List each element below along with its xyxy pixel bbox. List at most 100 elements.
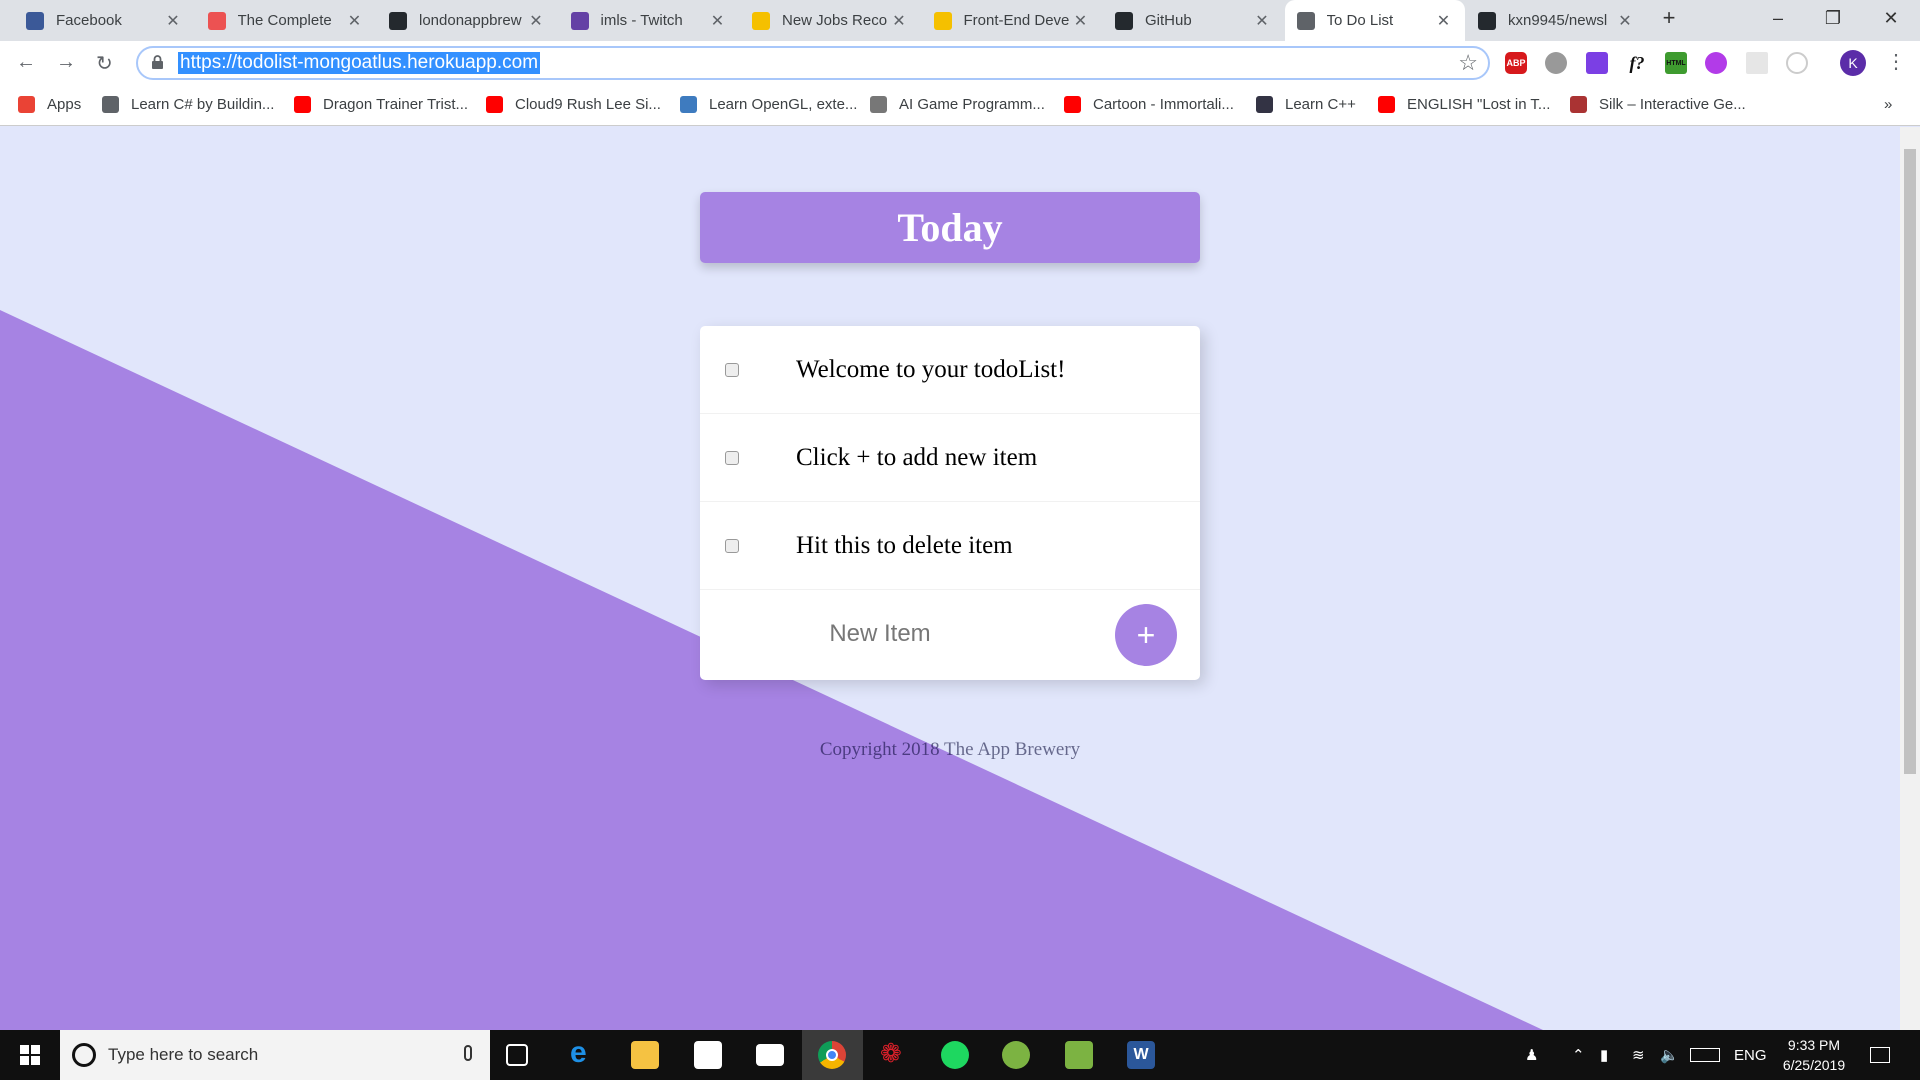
clock-date: 6/25/2019 (1782, 1057, 1846, 1073)
bookmark-8[interactable]: ENGLISH "Lost in T... (1378, 96, 1550, 113)
reload-button[interactable]: ↻ (96, 51, 113, 76)
tab-the-complete[interactable]: The Complete ✕ (196, 0, 376, 41)
microphone-icon[interactable] (464, 1045, 472, 1061)
show-hidden-icons[interactable]: ⌃ (1572, 1030, 1585, 1080)
tab-facebook[interactable]: Facebook ✕ (14, 0, 194, 41)
green-app-icon[interactable] (1065, 1041, 1093, 1069)
apps-grid-icon (18, 96, 35, 113)
wifi-icon[interactable]: ≋ (1632, 1030, 1645, 1080)
tab-strip: Facebook ✕ The Complete ✕ londonappbrew ✕ imls… (0, 0, 1920, 41)
bookmark-6[interactable]: Cartoon - Immortali... (1064, 96, 1234, 113)
page-content: Today Welcome to your todoList! Click + t… (0, 127, 1900, 1030)
indeed-icon (752, 11, 770, 30)
bookmark-label: Apps (47, 96, 82, 113)
more-bookmarks-button[interactable]: » (1884, 96, 1892, 113)
tab-to-do-list[interactable]: To Do List ✕ (1284, 0, 1465, 41)
clock[interactable]: 9:33 PM 6/25/2019 (1775, 1030, 1853, 1080)
new-tab-button[interactable]: + (1654, 5, 1684, 31)
scrollbar[interactable] (1900, 127, 1920, 1030)
tab-close-icon[interactable]: ✕ (709, 11, 727, 31)
tab-close-icon[interactable]: ✕ (346, 11, 364, 31)
tab-new-jobs-reco[interactable]: New Jobs Reco ✕ (740, 0, 920, 41)
youtube-icon (1064, 96, 1081, 113)
back-button[interactable]: ← (16, 51, 36, 74)
bookmark-3[interactable]: Cloud9 Rush Lee Si... (486, 96, 661, 113)
bookmark-label: Learn C++ (1285, 96, 1356, 113)
action-center-icon[interactable] (1870, 1030, 1890, 1080)
address-bar[interactable]: https://todolist-mongoatlus.herokuapp.co… (136, 46, 1490, 80)
todo-item: Hit this to delete item (700, 502, 1200, 590)
bug-extension-icon[interactable] (1545, 52, 1567, 74)
file-explorer-icon[interactable] (631, 1041, 659, 1069)
tab-londonappbrew[interactable]: londonappbrew ✕ (377, 0, 557, 41)
bookmark-4[interactable]: Learn OpenGL, exte... (680, 96, 857, 113)
red-app-icon[interactable]: ❁ (880, 1038, 908, 1068)
todo-checkbox[interactable] (725, 362, 739, 377)
windows-start-icon[interactable] (20, 1045, 40, 1065)
youtube-icon (294, 96, 311, 113)
add-item-button[interactable]: + (1115, 604, 1177, 666)
tab-title: kxn9945/newsl (1508, 12, 1608, 29)
bookmark-label: Silk – Interactive Ge... (1599, 96, 1746, 113)
keyboard-icon[interactable] (1690, 1030, 1720, 1080)
battery-icon[interactable]: ▮ (1600, 1030, 1608, 1080)
bookmark-5[interactable]: AI Game Programm... (870, 96, 1045, 113)
bookmark-9[interactable]: Silk – Interactive Ge... (1570, 96, 1746, 113)
tab-kxn9945-newsl[interactable]: kxn9945/newsl ✕ (1466, 0, 1646, 41)
task-view-icon[interactable] (506, 1044, 528, 1066)
purple-extension-icon[interactable] (1705, 52, 1727, 74)
globe-icon (102, 96, 119, 113)
todo-checkbox[interactable] (725, 538, 739, 553)
tab-imls-twitch[interactable]: imls - Twitch ✕ (559, 0, 739, 41)
url-text[interactable]: https://todolist-mongoatlus.herokuapp.co… (178, 52, 541, 74)
tab-close-icon[interactable]: ✕ (890, 11, 908, 31)
new-item-input[interactable] (760, 612, 1000, 656)
bookmark-0[interactable]: Apps (18, 96, 81, 113)
eyedropper-icon[interactable] (1586, 52, 1608, 74)
bookmark-label: AI Game Programm... (899, 96, 1045, 113)
tab-close-icon[interactable]: ✕ (1072, 11, 1090, 31)
todo-checkbox[interactable] (725, 450, 739, 465)
gameai-icon (870, 96, 887, 113)
bookmark-label: Learn OpenGL, exte... (709, 96, 858, 113)
todo-item: Welcome to your todoList! (700, 326, 1200, 414)
whatfont-icon[interactable]: f? (1626, 52, 1648, 74)
store-icon[interactable] (694, 1041, 722, 1069)
edge-icon[interactable]: e (570, 1036, 598, 1069)
menu-kebab-icon[interactable]: ⋮ (1886, 49, 1906, 74)
bookmark-2[interactable]: Dragon Trainer Trist... (294, 96, 468, 113)
opengl-icon (680, 96, 697, 113)
target-extension-icon[interactable] (1786, 52, 1808, 74)
bookmark-star-icon[interactable]: ☆ (1458, 50, 1478, 76)
taskbar-search[interactable]: Type here to search (60, 1030, 490, 1080)
restore-button[interactable]: ❐ (1818, 8, 1848, 29)
facebook-icon (26, 11, 44, 30)
tab-github[interactable]: GitHub ✕ (1103, 0, 1283, 41)
android-studio-icon[interactable] (1002, 1041, 1030, 1069)
adblock-plus-icon[interactable]: ABP (1505, 52, 1527, 74)
profile-avatar[interactable]: K (1840, 50, 1866, 76)
tab-close-icon[interactable]: ✕ (164, 11, 182, 31)
volume-icon[interactable]: 🔈 (1660, 1030, 1679, 1080)
language-indicator[interactable]: ENG (1734, 1030, 1767, 1080)
forward-button[interactable]: → (56, 51, 76, 74)
youtube-icon (486, 96, 503, 113)
spotify-icon[interactable] (941, 1041, 969, 1069)
html-tree-icon[interactable]: HTML (1665, 52, 1687, 74)
people-icon[interactable]: ♟ (1525, 1030, 1538, 1080)
tab-close-icon[interactable]: ✕ (527, 11, 545, 31)
chrome-taskbar-button[interactable] (802, 1030, 863, 1080)
scrollbar-thumb[interactable] (1904, 149, 1916, 774)
tab-close-icon[interactable]: ✕ (1253, 11, 1271, 31)
tab-close-icon[interactable]: ✕ (1435, 11, 1453, 31)
minimize-button[interactable]: – (1763, 8, 1793, 29)
mail-icon[interactable] (756, 1044, 784, 1066)
new-item-form: + (700, 590, 1200, 679)
grid-extension-icon[interactable] (1746, 52, 1768, 74)
tab-front-end-deve[interactable]: Front-End Deve ✕ (922, 0, 1102, 41)
bookmark-7[interactable]: Learn C++ (1256, 96, 1356, 113)
word-icon[interactable]: W (1127, 1041, 1155, 1069)
bookmark-1[interactable]: Learn C# by Buildin... (102, 96, 274, 113)
tab-close-icon[interactable]: ✕ (1616, 11, 1634, 31)
close-window-button[interactable]: ✕ (1876, 8, 1906, 29)
